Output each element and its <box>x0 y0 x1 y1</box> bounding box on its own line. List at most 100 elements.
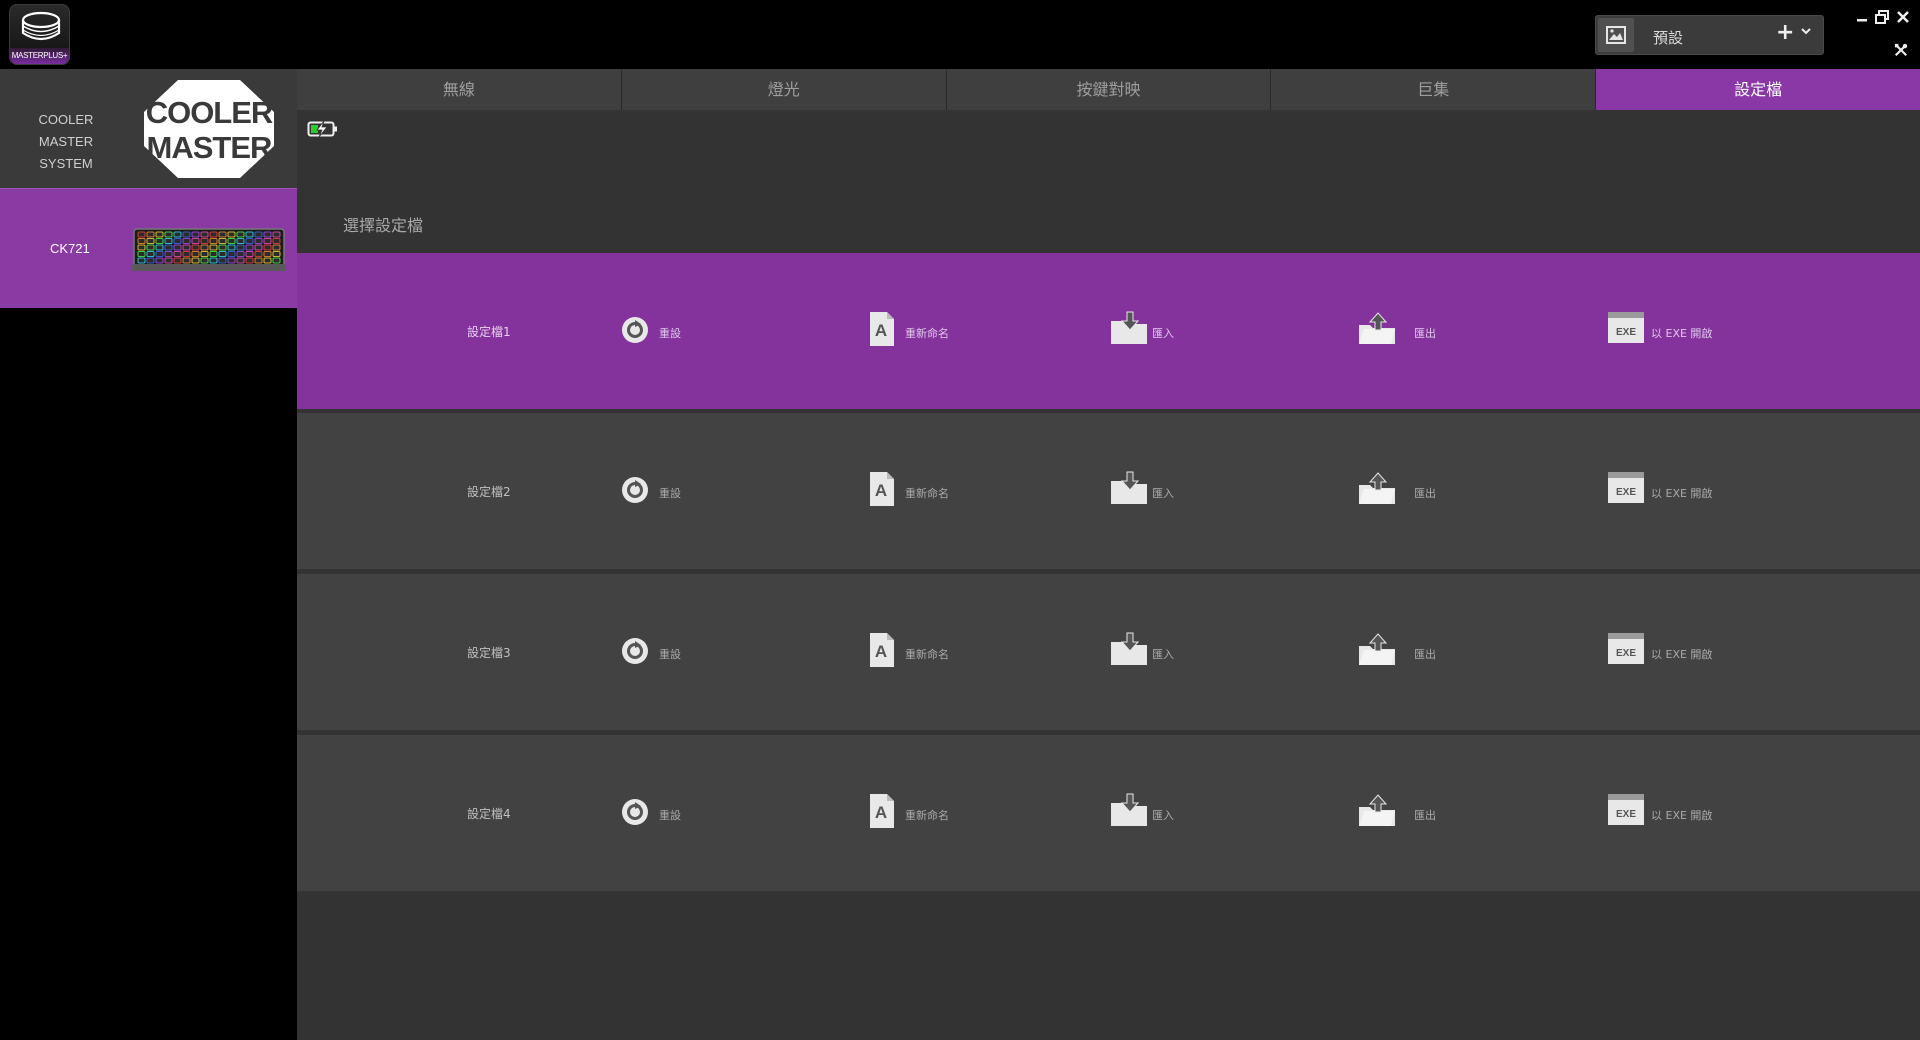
app-logo-text: MASTERPLUS+ <box>11 51 68 60</box>
reset-label: 重設 <box>659 809 681 822</box>
restore-icon[interactable] <box>1875 10 1889 24</box>
keycap <box>236 257 245 264</box>
svg-text:EXE: EXE <box>1616 487 1636 498</box>
keycap <box>173 257 182 264</box>
brand-panel[interactable]: COOLER MASTER SYSTEM COOLER MASTER <box>0 69 297 188</box>
exe-icon: EXE <box>1608 794 1644 825</box>
tools-icon[interactable] <box>1894 43 1908 57</box>
masterplus-logo-icon <box>21 11 61 41</box>
import-folder-icon <box>1111 471 1147 504</box>
keycap <box>164 231 173 238</box>
reset-icon <box>622 477 648 503</box>
brand-name: COOLER MASTER SYSTEM <box>38 112 94 171</box>
keycap <box>209 251 218 257</box>
device-item-ck721[interactable]: CK721 <box>0 188 297 308</box>
rename-icon: A <box>870 794 894 828</box>
svg-text:A: A <box>875 803 887 822</box>
keycap <box>218 238 227 244</box>
keyboard-image <box>132 228 286 271</box>
svg-text:COOLER: COOLER <box>146 95 273 130</box>
tab-macro[interactable]: 巨集 <box>1271 69 1597 110</box>
exe-icon: EXE <box>1608 633 1644 664</box>
keycap <box>209 257 218 264</box>
profile-name: 設定檔2 <box>467 485 511 499</box>
tab-bar: 無線 燈光 按鍵對映 巨集 設定檔 <box>297 69 1920 110</box>
profile-row-1[interactable]: 設定檔1 重設 A 重新命名 匯入 匯出 EXE 以 EXE 開啟 <box>297 253 1920 409</box>
svg-text:A: A <box>875 642 887 661</box>
rename-label: 重新命名 <box>905 648 949 661</box>
keycap <box>146 238 155 244</box>
keycap <box>173 244 182 251</box>
keycap <box>137 257 146 264</box>
profile-row-3[interactable]: 設定檔3 重設 A 重新命名 匯入 匯出 EXE 以 EXE 開啟 <box>297 574 1920 730</box>
image-icon <box>1606 26 1626 44</box>
keycap <box>227 231 236 238</box>
profile-row-4[interactable]: 設定檔4 重設 A 重新命名 匯入 匯出 EXE 以 EXE 開啟 <box>297 735 1920 891</box>
chevron-down-icon[interactable] <box>1800 26 1812 36</box>
add-profile-button[interactable]: + <box>1776 20 1794 45</box>
keycap <box>182 257 191 264</box>
keycap <box>200 231 209 238</box>
profile-selector[interactable]: 預設 + <box>1595 15 1824 55</box>
device-name: CK721 <box>50 241 90 256</box>
export-folder-icon <box>1359 633 1395 665</box>
keycap <box>200 251 209 257</box>
keycap <box>155 244 164 251</box>
import-label: 匯入 <box>1152 327 1174 340</box>
profile-image-button[interactable] <box>1598 18 1634 52</box>
keycap <box>254 238 263 244</box>
import-folder-icon <box>1111 311 1147 344</box>
keycap <box>146 257 155 264</box>
keycap <box>218 231 227 238</box>
export-label: 匯出 <box>1414 487 1436 500</box>
tab-wireless[interactable]: 無線 <box>297 69 622 110</box>
keycap <box>182 244 191 251</box>
main-panel: 無線 燈光 按鍵對映 巨集 設定檔 選擇設定檔 設定檔1 重設 A 重新命名 匯… <box>297 69 1920 1040</box>
open-exe-label: 以 EXE 開啟 <box>1651 487 1713 500</box>
tab-profiles[interactable]: 設定檔 <box>1596 69 1920 110</box>
keycap <box>137 231 146 238</box>
keycap <box>236 238 245 244</box>
close-icon[interactable] <box>1896 10 1910 24</box>
keycap <box>245 244 254 251</box>
keycap <box>236 251 245 257</box>
keycap <box>245 238 254 244</box>
keycap <box>254 251 263 257</box>
keycap <box>155 257 164 264</box>
keycap <box>191 238 200 244</box>
svg-text:EXE: EXE <box>1616 327 1636 338</box>
rename-icon: A <box>870 312 894 346</box>
svg-text:MASTER: MASTER <box>147 130 273 165</box>
battery-charging-icon <box>307 120 337 138</box>
tab-lighting[interactable]: 燈光 <box>621 69 947 110</box>
keycap <box>173 251 182 257</box>
keycap <box>218 244 227 251</box>
keycap <box>245 231 254 238</box>
keycap <box>182 238 191 244</box>
title-bar: MASTERPLUS+ 預設 + <box>0 0 1920 69</box>
current-profile-name: 預設 <box>1653 29 1684 47</box>
rename-label: 重新命名 <box>905 809 949 822</box>
keycap <box>164 251 173 257</box>
keycap <box>146 231 155 238</box>
tab-key-mapping[interactable]: 按鍵對映 <box>946 69 1272 110</box>
keycap <box>227 238 236 244</box>
reset-label: 重設 <box>659 648 681 661</box>
masterplus-app-logo: MASTERPLUS+ <box>9 4 70 65</box>
rename-label: 重新命名 <box>905 327 949 340</box>
keycap <box>218 257 227 264</box>
keycap <box>191 251 200 257</box>
export-label: 匯出 <box>1414 648 1436 661</box>
exe-icon: EXE <box>1608 312 1644 343</box>
minimize-icon[interactable] <box>1855 10 1869 24</box>
import-label: 匯入 <box>1152 648 1174 661</box>
keycap <box>254 257 263 264</box>
profile-row-2[interactable]: 設定檔2 重設 A 重新命名 匯入 匯出 EXE 以 EXE 開啟 <box>297 413 1920 569</box>
keycap <box>173 238 182 244</box>
svg-text:EXE: EXE <box>1616 809 1636 820</box>
keycap <box>209 244 218 251</box>
exe-icon: EXE <box>1608 472 1644 503</box>
keycap <box>245 251 254 257</box>
keycap <box>227 257 236 264</box>
open-exe-label: 以 EXE 開啟 <box>1651 648 1713 661</box>
